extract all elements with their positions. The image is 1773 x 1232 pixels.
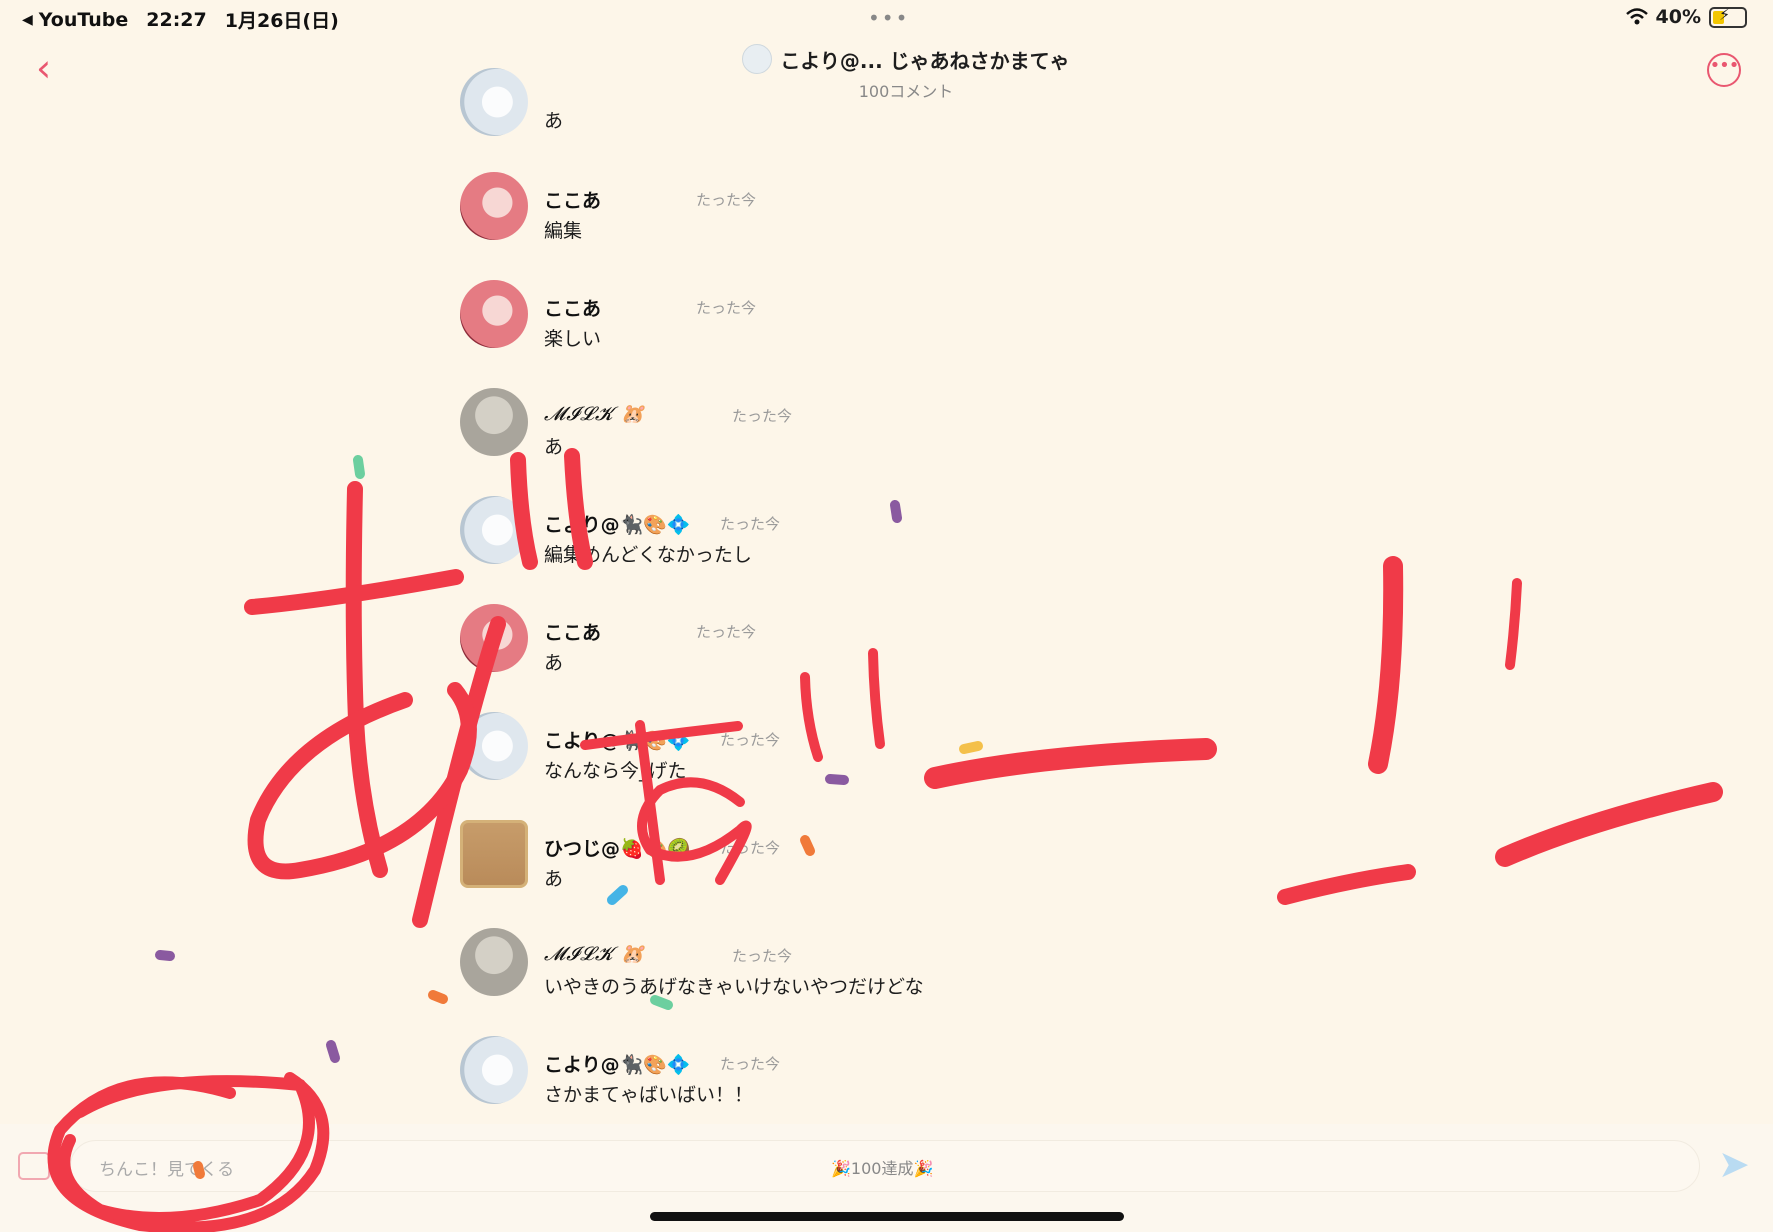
avatar[interactable]: [460, 712, 528, 780]
stamp-icon[interactable]: [18, 1152, 50, 1180]
message-text: あ: [544, 652, 564, 674]
status-time: 22:27: [146, 8, 207, 31]
avatar[interactable]: [460, 928, 528, 996]
battery-percent: 40%: [1655, 6, 1701, 28]
message-author[interactable]: こより@🐈‍⬛🎨💠: [544, 510, 691, 537]
message-time: たった今: [720, 515, 781, 533]
message-author[interactable]: ここあ: [544, 294, 601, 321]
avatar[interactable]: [460, 496, 528, 564]
message-row[interactable]: こより@🐈‍⬛🎨💠 たった今なんなら今_げた: [460, 712, 1260, 802]
avatar[interactable]: [460, 388, 528, 456]
message-time: たった今: [732, 947, 793, 965]
back-app-label[interactable]: YouTube: [39, 9, 128, 31]
message-row[interactable]: ここあ たった今編集: [460, 172, 1260, 262]
charging-icon: ⚡: [1719, 4, 1731, 24]
message-text: 編集めんどくなかったし: [544, 544, 752, 566]
message-text: あ: [544, 868, 564, 890]
home-indicator[interactable]: [650, 1212, 1124, 1221]
chevron-left-icon[interactable]: ‹: [36, 48, 66, 88]
avatar[interactable]: [460, 820, 528, 888]
message-row[interactable]: 𝓜𝓘𝓛𝓚 🐹 たった今いやきのうあげなきゃいけないやつだけどな: [460, 928, 1260, 1018]
message-author[interactable]: こより@🐈‍⬛🎨💠: [544, 726, 691, 753]
message-text: 編集: [544, 220, 583, 242]
send-icon[interactable]: ➤: [1718, 1144, 1758, 1184]
battery-icon: ⚡: [1709, 4, 1747, 28]
avatar[interactable]: [460, 172, 528, 240]
message-time: たった今: [696, 191, 757, 209]
message-author[interactable]: こより@🐈‍⬛🎨💠: [544, 1050, 691, 1077]
status-left: ◀ YouTube 22:27 1月26日(日): [22, 6, 339, 33]
back-to-app-icon[interactable]: ◀: [22, 12, 33, 28]
message-author[interactable]: ひつじ@🍓🎨🥝: [544, 834, 691, 861]
avatar[interactable]: [460, 1036, 528, 1104]
message-author[interactable]: 𝓜𝓘𝓛𝓚 🐹: [544, 942, 645, 965]
message-text: なんなら今_げた: [544, 760, 687, 782]
message-row[interactable]: ここあ たった今楽しい: [460, 280, 1260, 370]
avatar[interactable]: [460, 68, 528, 136]
message-row[interactable]: ここあ たった今あ: [460, 604, 1260, 694]
status-bar: ◀ YouTube 22:27 1月26日(日) ••• 40% ⚡: [0, 0, 1773, 38]
doodle-exclamations: [1277, 556, 1723, 905]
message-author[interactable]: ここあ: [544, 618, 601, 645]
input-placeholder: ちんこ！見てくる: [99, 1160, 235, 1180]
comment-input[interactable]: ちんこ！見てくる 🎉100達成🎉: [70, 1140, 1700, 1192]
message-time: たった今: [720, 839, 781, 857]
message-text: 楽しい: [544, 328, 602, 350]
status-date: 1月26日(日): [224, 10, 339, 32]
message-text: さかまてゃばいばい！！: [544, 1084, 754, 1106]
message-text: いやきのうあげなきゃいけないやつだけどな: [544, 976, 924, 998]
avatar[interactable]: [460, 280, 528, 348]
message-time: たった今: [720, 1055, 781, 1073]
achievement-label: 🎉100達成🎉: [831, 1159, 934, 1178]
message-list[interactable]: あここあ たった今 編集 ここあ たった今 楽しい 𝓜𝓘𝓛𝓚 🐹 たった今あこより@🐈‍⬛🎨💠…: [460, 68, 1260, 1120]
message-time: たった今: [732, 407, 793, 425]
message-time: たった今: [720, 731, 781, 749]
message-time: たった今: [696, 623, 757, 641]
message-row[interactable]: ひつじ@🍓🎨🥝 たった今あ: [460, 820, 1260, 910]
message-author[interactable]: 𝓜𝓘𝓛𝓚 🐹: [544, 402, 645, 425]
multitask-dots-icon[interactable]: •••: [868, 6, 909, 30]
message-time: たった今: [696, 299, 757, 317]
message-author[interactable]: ここあ: [544, 186, 601, 213]
more-circle-icon[interactable]: •••: [1707, 53, 1741, 87]
message-row[interactable]: こより@🐈‍⬛🎨💠 たった今さかまてゃばいばい！！: [460, 1036, 1260, 1126]
message-row[interactable]: こより@🐈‍⬛🎨💠 たった今編集めんどくなかったし: [460, 496, 1260, 586]
message-row[interactable]: 𝓜𝓘𝓛𝓚 🐹 たった今あ: [460, 388, 1260, 478]
wifi-icon: [1625, 8, 1648, 25]
status-right: 40% ⚡: [1625, 4, 1747, 28]
message-row[interactable]: あ: [460, 68, 1260, 158]
message-text: あ: [544, 436, 564, 458]
avatar[interactable]: [460, 604, 528, 672]
message-text: あ: [544, 110, 564, 132]
